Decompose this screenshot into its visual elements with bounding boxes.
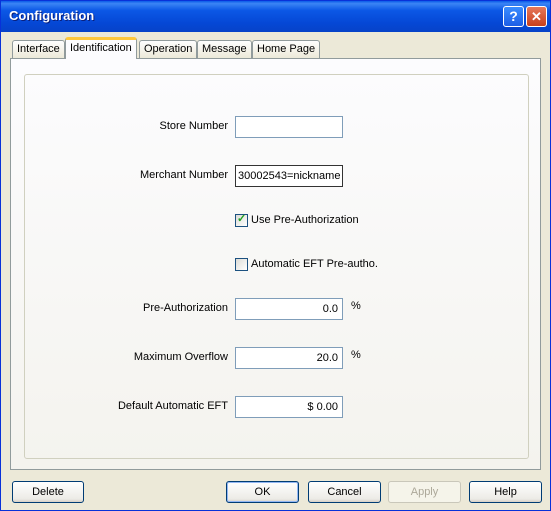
- merchant-number-input[interactable]: 30002543=nickname: [235, 165, 343, 187]
- help-button[interactable]: Help: [469, 481, 542, 503]
- title-bar[interactable]: Configuration ? ✕: [1, 1, 550, 32]
- max-overflow-unit: %: [351, 349, 361, 361]
- cancel-button[interactable]: Cancel: [308, 481, 381, 503]
- store-number-label: Store Number: [159, 120, 228, 132]
- use-preauth-checkbox[interactable]: ✓: [235, 213, 248, 227]
- help-icon[interactable]: ?: [503, 6, 524, 27]
- close-icon[interactable]: ✕: [526, 6, 547, 27]
- apply-button: Apply: [388, 481, 461, 503]
- preauth-unit: %: [351, 300, 361, 312]
- max-overflow-label: Maximum Overflow: [133, 351, 228, 363]
- delete-button[interactable]: Delete: [12, 481, 84, 503]
- store-number-input[interactable]: [235, 116, 343, 138]
- merchant-number-label: Merchant Number: [139, 169, 228, 181]
- default-eft-input[interactable]: $ 0.00: [235, 396, 343, 418]
- auto-eft-label[interactable]: Automatic EFT Pre-autho.: [251, 258, 378, 270]
- tab-identification[interactable]: Identification: [65, 37, 137, 59]
- tab-interface[interactable]: Interface: [12, 40, 65, 58]
- tab-operation[interactable]: Operation: [139, 40, 198, 58]
- preauth-input[interactable]: 0.0: [235, 298, 343, 320]
- window-title: Configuration: [9, 8, 95, 23]
- ok-button[interactable]: OK: [226, 481, 299, 503]
- max-overflow-input[interactable]: 20.0: [235, 347, 343, 369]
- default-eft-label: Default Automatic EFT: [117, 400, 228, 412]
- tab-message[interactable]: Message: [197, 40, 252, 58]
- tab-home-page[interactable]: Home Page: [252, 40, 321, 58]
- configuration-window: Configuration ? ✕ Interface Identificati…: [0, 0, 551, 511]
- use-preauth-label[interactable]: Use Pre-Authorization: [251, 214, 359, 226]
- check-mark-icon: ✓: [237, 213, 247, 225]
- preauth-label: Pre-Authorization: [143, 302, 228, 314]
- auto-eft-checkbox[interactable]: [235, 258, 248, 271]
